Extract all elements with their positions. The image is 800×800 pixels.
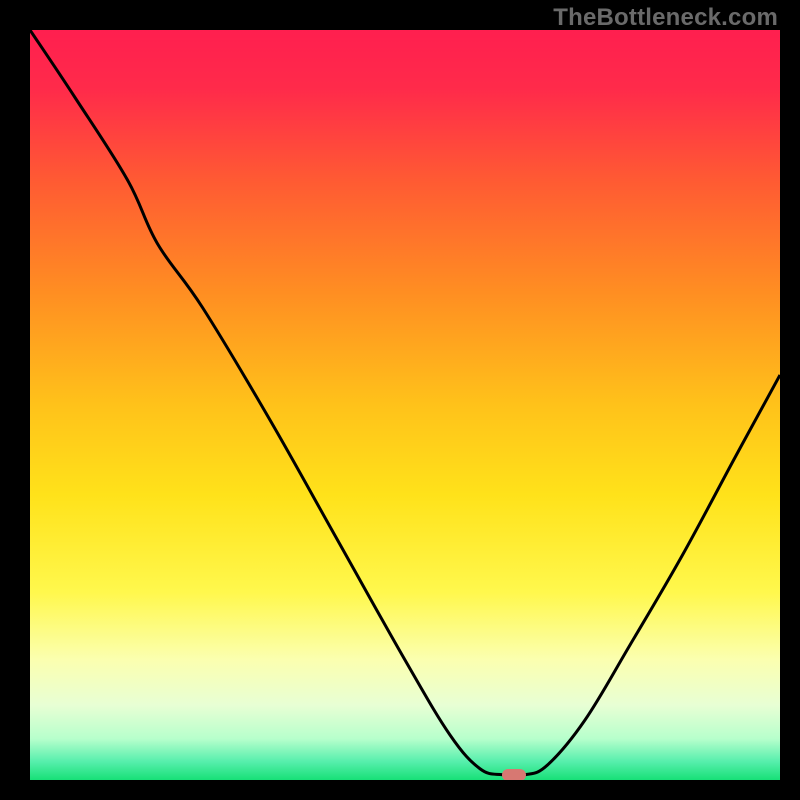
bottleneck-curve — [30, 30, 780, 780]
chart-frame: TheBottleneck.com — [0, 0, 800, 800]
plot-area — [30, 30, 780, 780]
watermark-text: TheBottleneck.com — [553, 4, 778, 32]
optimal-marker — [502, 769, 526, 780]
